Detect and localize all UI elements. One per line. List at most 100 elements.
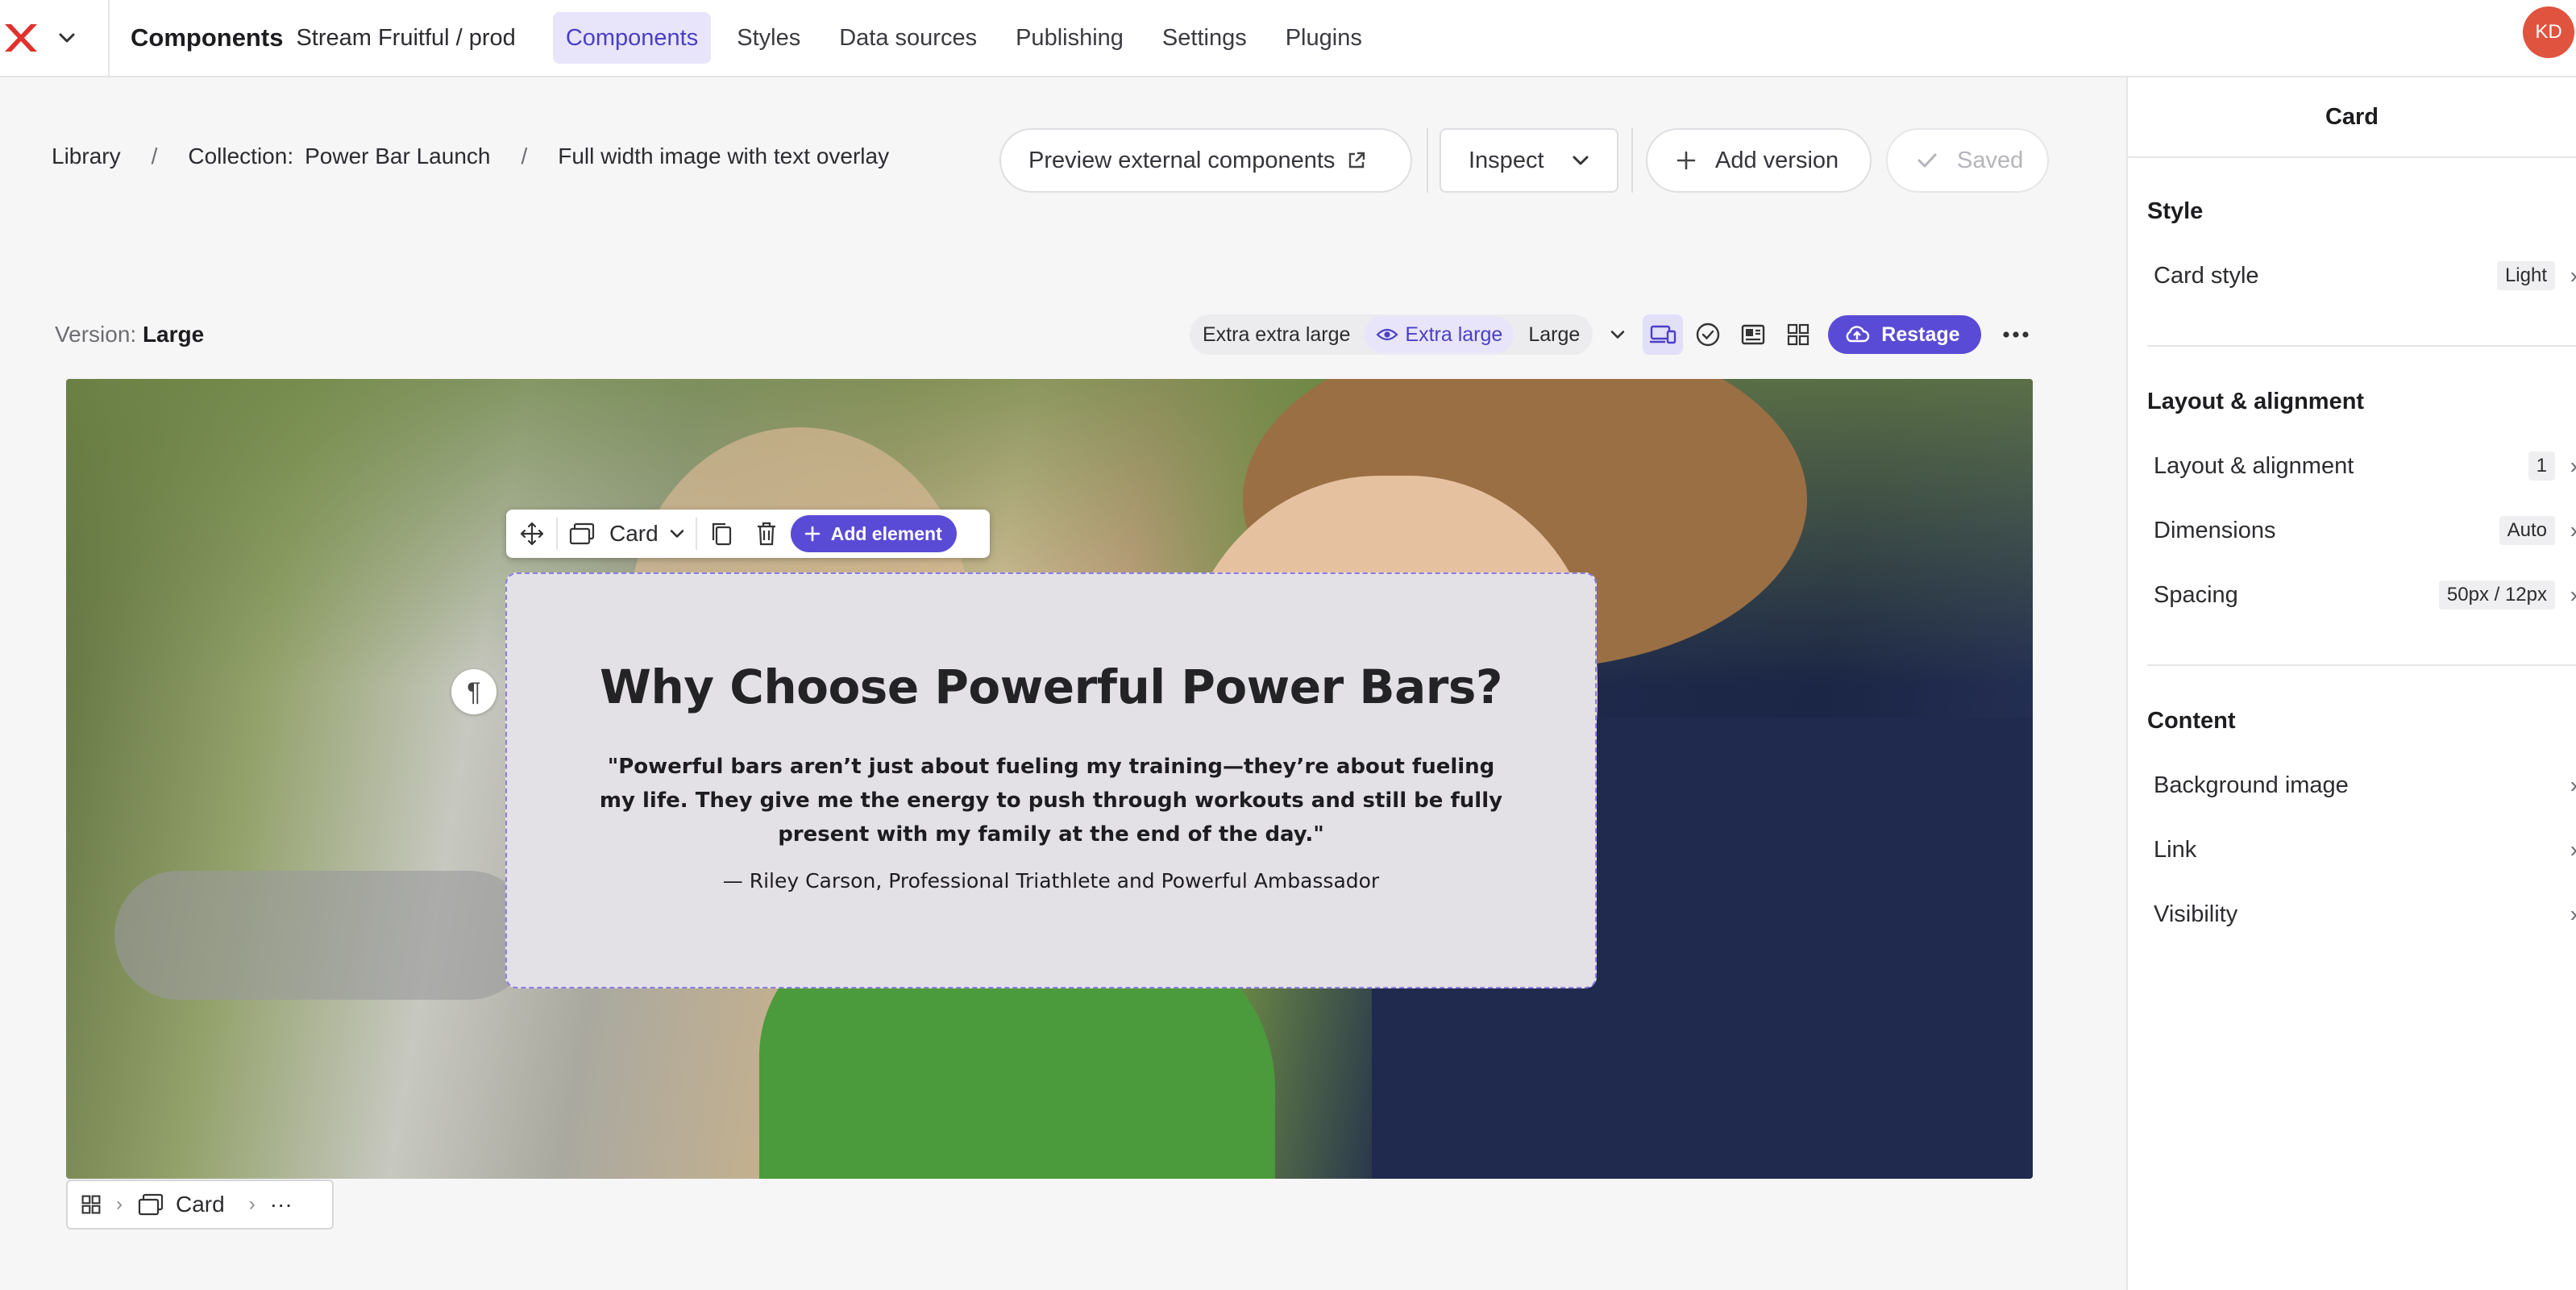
size-chip-large[interactable]: Large <box>1517 316 1592 353</box>
chevron-right-icon: › <box>2570 453 2576 479</box>
check-circle-icon <box>1697 322 1720 347</box>
duplicate-button[interactable] <box>705 518 737 550</box>
toolbar-divider <box>556 518 558 550</box>
top-bar: Components Stream Fruitful / prod Compon… <box>0 0 2576 77</box>
row-value: 1 <box>2528 452 2555 481</box>
version-name: Large <box>142 322 205 347</box>
chevron-down-icon <box>1573 156 1588 165</box>
plus-icon <box>804 526 821 542</box>
chevron-down-icon <box>1611 331 1625 339</box>
content-card-button[interactable] <box>1733 314 1773 355</box>
preview-external-button[interactable]: Preview external components <box>999 128 1412 193</box>
visibility-row[interactable]: Visibility › <box>2154 890 2576 938</box>
chevron-right-icon: › <box>2570 772 2576 798</box>
chevron-down-icon[interactable] <box>55 26 79 50</box>
inspect-label: Inspect <box>1469 147 1544 173</box>
tab-components[interactable]: Components <box>552 12 712 64</box>
validate-button[interactable] <box>1688 314 1728 355</box>
path-more-button[interactable]: ··· <box>270 1192 293 1217</box>
row-label: Visibility <box>2154 901 2238 927</box>
spacing-row[interactable]: Spacing 50px / 12px › <box>2154 571 2576 619</box>
tab-styles[interactable]: Styles <box>724 12 813 64</box>
hero-background-image[interactable]: Card Add element ¶ Why Choose Powerful P… <box>66 379 2033 1179</box>
card-type-label[interactable]: Card <box>609 521 659 547</box>
background-image-row[interactable]: Background image › <box>2154 761 2576 809</box>
version-toolbar: Extra extra large Extra large Large Rest… <box>1190 314 2036 355</box>
responsive-devices-button[interactable] <box>1643 314 1684 355</box>
cloud-upload-icon <box>1846 326 1870 343</box>
x-logo-icon[interactable] <box>2 19 39 56</box>
external-link-icon <box>1349 152 1365 169</box>
tab-settings[interactable]: Settings <box>1149 12 1260 64</box>
properties-panel: Card Style Card style Light › Layout & a… <box>2126 77 2576 1290</box>
logo-area <box>0 0 110 77</box>
tab-publishing[interactable]: Publishing <box>1003 12 1136 64</box>
paragraph-handle[interactable]: ¶ <box>451 669 497 714</box>
more-options-button[interactable] <box>1996 314 2036 355</box>
chevron-right-icon: › <box>2570 263 2576 289</box>
add-version-button[interactable]: Add version <box>1646 128 1872 193</box>
devices-icon <box>1650 325 1676 344</box>
row-label: Background image <box>2154 772 2349 798</box>
chevron-right-icon: › <box>248 1193 256 1215</box>
breadcrumb-collection[interactable]: Power Bar Launch <box>305 144 490 169</box>
add-element-label: Add element <box>830 522 942 544</box>
grid-view-button[interactable] <box>1778 314 1818 355</box>
size-chip-xl[interactable]: Extra large <box>1365 316 1514 353</box>
project-name[interactable]: Stream Fruitful / prod <box>296 25 515 52</box>
section-style-title: Style <box>2147 198 2204 224</box>
breadcrumb: Library / Collection: Power Bar Launch /… <box>52 144 889 169</box>
eye-icon <box>1376 328 1398 341</box>
card-title[interactable]: Why Choose Powerful Power Bars? <box>600 660 1503 714</box>
delete-button[interactable] <box>750 518 783 550</box>
size-chip-xxl[interactable]: Extra extra large <box>1191 316 1362 353</box>
add-element-button[interactable]: Add element <box>790 515 957 552</box>
chevron-right-icon: › <box>2570 901 2576 927</box>
card-icon <box>569 522 595 545</box>
version-prefix: Version: <box>55 322 137 347</box>
size-dropdown[interactable] <box>1598 314 1638 355</box>
card-attribution[interactable]: — Riley Carson, Professional Triathlete … <box>723 869 1379 893</box>
dimensions-row[interactable]: Dimensions Auto › <box>2154 506 2576 555</box>
section-layout-title: Layout & alignment <box>2147 389 2365 414</box>
move-handle[interactable] <box>516 518 548 550</box>
saved-button: Saved <box>1886 128 2049 193</box>
main-nav: Components Styles Data sources Publishin… <box>552 12 1388 64</box>
path-card-label[interactable]: Card <box>176 1192 225 1217</box>
breadcrumb-page: Full width image with text overlay <box>558 144 890 169</box>
tab-data-sources[interactable]: Data sources <box>826 12 990 64</box>
overlay-card[interactable]: Why Choose Powerful Power Bars? "Powerfu… <box>505 572 1597 988</box>
breadcrumb-separator: / <box>521 144 528 169</box>
breadcrumb-collection-prefix: Collection: <box>188 144 294 169</box>
copy-icon <box>712 522 731 546</box>
card-icon <box>138 1193 164 1216</box>
content-card-icon <box>1742 324 1765 345</box>
saved-label: Saved <box>1957 147 2024 173</box>
card-type-selector[interactable] <box>566 518 598 550</box>
toolbar-divider <box>1631 128 1633 193</box>
inspect-button[interactable]: Inspect <box>1440 128 1618 193</box>
card-style-row[interactable]: Card style Light › <box>2154 252 2576 300</box>
breadcrumb-library[interactable]: Library <box>52 144 121 169</box>
version-label: Version: Large <box>55 322 204 347</box>
link-row[interactable]: Link › <box>2154 826 2576 874</box>
grid-icon[interactable] <box>81 1194 102 1215</box>
row-value: Auto <box>2499 516 2555 545</box>
preview-external-label: Preview external components <box>1028 147 1336 173</box>
card-quote[interactable]: "Powerful bars aren’t just about fueling… <box>588 750 1514 851</box>
panel-title: Card <box>2128 77 2576 158</box>
trash-icon <box>757 522 775 546</box>
restage-button[interactable]: Restage <box>1828 315 1981 354</box>
chevron-down-icon[interactable] <box>667 523 688 544</box>
row-label: Dimensions <box>2154 517 2276 543</box>
avatar[interactable]: KD <box>2523 6 2574 58</box>
size-selector: Extra extra large Extra large Large <box>1190 314 1593 355</box>
app-title: Components <box>131 23 284 52</box>
row-label: Link <box>2154 836 2197 863</box>
section-divider <box>2147 345 2576 347</box>
row-value: Light <box>2496 261 2555 290</box>
tab-plugins[interactable]: Plugins <box>1273 12 1375 64</box>
breadcrumb-separator: / <box>151 144 158 169</box>
toolbar-divider <box>1427 128 1428 193</box>
layout-alignment-row[interactable]: Layout & alignment 1 › <box>2154 442 2576 490</box>
